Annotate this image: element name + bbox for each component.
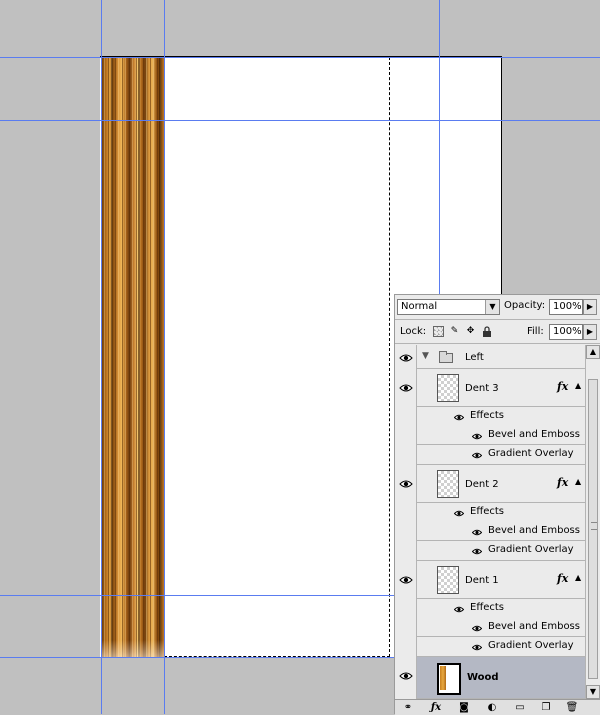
expand-triangle-icon[interactable]: ▼ bbox=[422, 351, 429, 361]
layer-name: Dent 1 bbox=[465, 575, 499, 586]
layer-thumbnail bbox=[437, 566, 459, 594]
wood-texture-strip bbox=[101, 57, 164, 658]
scroll-up-button[interactable]: ▲ bbox=[586, 345, 600, 359]
chevron-down-icon[interactable]: ▼ bbox=[485, 300, 499, 314]
eye-icon[interactable] bbox=[453, 605, 465, 613]
adjustment-icon[interactable]: ◐ bbox=[485, 701, 499, 714]
effect-bevel-emboss[interactable]: Bevel and Emboss bbox=[417, 522, 585, 541]
new-group-icon[interactable]: ▭ bbox=[513, 701, 527, 714]
effect-name: Gradient Overlay bbox=[488, 544, 574, 555]
layer-thumbnail bbox=[437, 470, 459, 498]
blend-mode-value: Normal bbox=[401, 301, 438, 312]
scroll-down-button[interactable]: ▼ bbox=[586, 685, 600, 699]
eye-icon[interactable] bbox=[453, 509, 465, 517]
eye-icon[interactable] bbox=[471, 547, 483, 555]
effects-label: Effects bbox=[470, 602, 504, 613]
eye-icon[interactable] bbox=[399, 575, 413, 585]
fill-field[interactable]: 100% bbox=[549, 324, 583, 340]
effect-name: Gradient Overlay bbox=[488, 640, 574, 651]
guide-horizontal[interactable] bbox=[0, 57, 600, 58]
layer-row-dent-3[interactable]: Dent 3 fx ▲ bbox=[417, 369, 585, 407]
eye-icon[interactable] bbox=[399, 353, 413, 363]
effects-row[interactable]: Effects bbox=[417, 407, 585, 426]
eye-icon[interactable] bbox=[471, 528, 483, 536]
guide-horizontal[interactable] bbox=[0, 120, 600, 121]
fill-arrow-button[interactable]: ▶ bbox=[583, 324, 597, 340]
eye-icon[interactable] bbox=[453, 413, 465, 421]
eye-icon[interactable] bbox=[471, 432, 483, 440]
lock-transparency-icon[interactable] bbox=[433, 326, 444, 337]
eye-icon[interactable] bbox=[399, 671, 413, 681]
trash-icon[interactable]: 🗑 bbox=[565, 701, 579, 714]
folder-icon bbox=[439, 351, 453, 363]
fx-icon[interactable]: fx bbox=[557, 476, 568, 489]
effect-gradient-overlay[interactable]: Gradient Overlay bbox=[417, 541, 585, 561]
layers-panel: Normal ▼ Opacity: 100% ▶ Lock: ✎ ✥ Fill:… bbox=[394, 294, 600, 715]
effect-name: Bevel and Emboss bbox=[488, 621, 580, 632]
eye-icon[interactable] bbox=[399, 383, 413, 393]
effects-row[interactable]: Effects bbox=[417, 503, 585, 522]
new-layer-icon[interactable]: ❐ bbox=[539, 701, 553, 714]
layers-bottom-toolbar: ⚭ ƒx ◙ ◐ ▭ ❐ 🗑 bbox=[395, 699, 600, 715]
effect-name: Bevel and Emboss bbox=[488, 429, 580, 440]
expand-triangle-icon[interactable]: ▲ bbox=[575, 477, 581, 486]
layer-name: Wood bbox=[467, 672, 499, 683]
effect-name: Gradient Overlay bbox=[488, 448, 574, 459]
fx-icon[interactable]: fx bbox=[557, 572, 568, 585]
layer-name: Dent 2 bbox=[465, 479, 499, 490]
selection-marquee bbox=[164, 57, 390, 657]
effect-bevel-emboss[interactable]: Bevel and Emboss bbox=[417, 426, 585, 445]
expand-triangle-icon[interactable]: ▲ bbox=[575, 381, 581, 390]
visibility-column bbox=[395, 345, 417, 701]
effect-bevel-emboss[interactable]: Bevel and Emboss bbox=[417, 618, 585, 637]
layer-group-left[interactable]: ▼ Left bbox=[417, 345, 585, 369]
expand-triangle-icon[interactable]: ▲ bbox=[575, 573, 581, 582]
layer-thumbnail bbox=[437, 663, 461, 695]
guide-vertical[interactable] bbox=[164, 0, 165, 714]
lock-all-icon[interactable] bbox=[481, 326, 492, 337]
eye-icon[interactable] bbox=[471, 643, 483, 651]
effect-gradient-overlay[interactable]: Gradient Overlay bbox=[417, 445, 585, 465]
fx-icon[interactable]: ƒx bbox=[429, 701, 443, 714]
blend-mode-select[interactable]: Normal ▼ bbox=[397, 299, 500, 315]
eye-icon[interactable] bbox=[399, 479, 413, 489]
layer-row-dent-2[interactable]: Dent 2 fx ▲ bbox=[417, 465, 585, 503]
layer-row-dent-1[interactable]: Dent 1 fx ▲ bbox=[417, 561, 585, 599]
group-name: Left bbox=[465, 352, 484, 363]
effect-gradient-overlay[interactable]: Gradient Overlay bbox=[417, 637, 585, 657]
lock-label: Lock: bbox=[400, 326, 427, 337]
lock-move-icon[interactable]: ✥ bbox=[465, 326, 476, 337]
eye-icon[interactable] bbox=[471, 451, 483, 459]
opacity-label: Opacity: bbox=[504, 300, 546, 311]
link-icon[interactable]: ⚭ bbox=[401, 701, 415, 714]
effects-label: Effects bbox=[470, 506, 504, 517]
fill-label: Fill: bbox=[527, 326, 544, 337]
fx-icon[interactable]: fx bbox=[557, 380, 568, 393]
opacity-arrow-button[interactable]: ▶ bbox=[583, 299, 597, 315]
lock-brush-icon[interactable]: ✎ bbox=[449, 326, 460, 337]
scroll-thumb[interactable] bbox=[588, 379, 598, 679]
guide-vertical[interactable] bbox=[101, 0, 102, 714]
layers-scrollbar[interactable]: ▲ ▼ bbox=[585, 345, 600, 701]
mask-icon[interactable]: ◙ bbox=[457, 701, 471, 714]
opacity-field[interactable]: 100% bbox=[549, 299, 583, 315]
effects-label: Effects bbox=[470, 410, 504, 421]
eye-icon[interactable] bbox=[471, 624, 483, 632]
effects-row[interactable]: Effects bbox=[417, 599, 585, 618]
effect-name: Bevel and Emboss bbox=[488, 525, 580, 536]
layer-row-wood[interactable]: Wood bbox=[417, 657, 585, 699]
layer-thumbnail bbox=[437, 374, 459, 402]
layer-name: Dent 3 bbox=[465, 383, 499, 394]
